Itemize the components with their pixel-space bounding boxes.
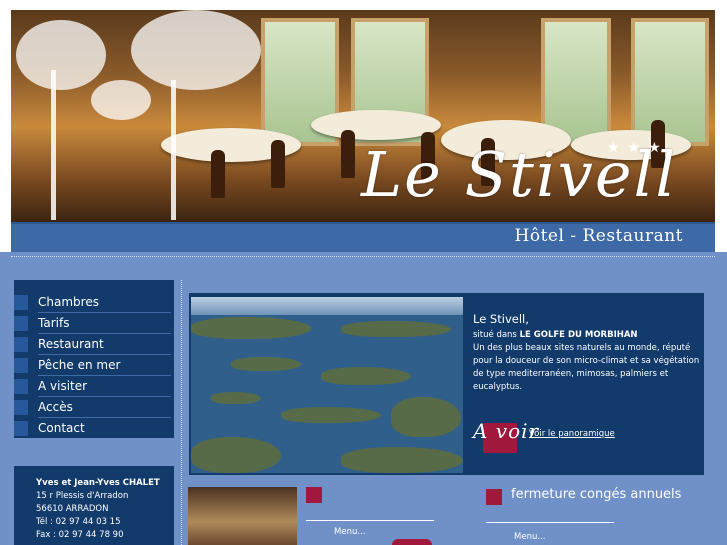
restaurant-thumbnail	[188, 487, 297, 545]
feature-intro: situé dans	[473, 330, 517, 340]
tree-decoration	[171, 80, 176, 220]
island	[281, 407, 381, 423]
phone-number: Tél : 02 97 44 03 15	[36, 517, 121, 527]
bullet-icon	[14, 379, 28, 394]
bullet-icon	[306, 487, 322, 503]
menu-item-peche-en-mer[interactable]: Pêche en mer	[14, 355, 174, 376]
menu-item-label: A visiter	[38, 379, 88, 393]
decorative-sticker	[392, 539, 432, 545]
menu-item-restaurant[interactable]: Restaurant	[14, 334, 174, 355]
contact-block: Yves et Jean-Yves CHALET 15 r Plessis d'…	[14, 466, 174, 545]
menu-item-label: Pêche en mer	[38, 358, 121, 372]
fax-number: Fax : 02 97 44 78 90	[36, 530, 124, 540]
divider	[11, 256, 715, 257]
tree-decoration	[91, 80, 151, 120]
feature-description: Un des plus beaux sites naturels au mond…	[473, 343, 700, 392]
owner-names: Yves et Jean-Yves CHALET	[36, 478, 160, 488]
bullet-icon	[14, 358, 28, 373]
menu-item-tarifs[interactable]: Tarifs	[14, 313, 174, 334]
feature-location: situé dans LE GOLFE DU MORBIHAN	[473, 329, 701, 342]
island	[191, 317, 311, 339]
menu-link[interactable]: Menu...	[334, 527, 365, 537]
rating-stars: ★★★	[607, 140, 669, 156]
chair	[271, 140, 285, 188]
island	[211, 392, 261, 404]
address-city: 56610 ARRADON	[36, 504, 109, 514]
menu-item-label: Chambres	[38, 295, 99, 309]
bullet-icon	[14, 400, 28, 415]
logo-subtitle: Hôtel - Restaurant	[514, 226, 683, 246]
main-menu: Chambres Tarifs Restaurant Pêche en mer …	[14, 280, 174, 438]
feature-title: Le Stivell,	[473, 313, 701, 326]
feature-title-suffix: ,	[525, 312, 529, 326]
island	[341, 447, 463, 473]
chair	[211, 150, 225, 198]
island	[191, 437, 281, 473]
closure-title: fermeture congés annuels	[511, 487, 682, 502]
menu-item-contact[interactable]: Contact	[14, 418, 174, 439]
address-street: 15 r Plessis d'Arradon	[36, 491, 129, 501]
divider	[486, 522, 614, 523]
divider	[306, 520, 434, 521]
bullet-icon	[486, 489, 502, 505]
header-banner: Le Stivell ★★★	[11, 10, 715, 222]
panorama-link[interactable]: Voir le panoramique	[529, 429, 615, 439]
window	[631, 18, 709, 146]
bullet-icon	[14, 337, 28, 352]
tree-decoration	[16, 20, 106, 90]
island	[341, 321, 451, 337]
island	[231, 357, 301, 371]
menu-link[interactable]: Menu...	[514, 532, 545, 542]
divider	[181, 280, 182, 545]
menu-item-label: Tarifs	[38, 316, 70, 330]
chair	[341, 130, 355, 178]
menu-item-acces[interactable]: Accès	[14, 397, 174, 418]
page: Le Stivell ★★★ Hôtel - Restaurant Chambr…	[0, 0, 727, 545]
menu-item-label: Accès	[38, 400, 73, 414]
feature-place: LE GOLFE DU MORBIHAN	[519, 330, 638, 340]
island	[321, 367, 411, 385]
tree-decoration	[131, 10, 261, 90]
feature-panel: Le Stivell, situé dans LE GOLFE DU MORBI…	[189, 293, 704, 475]
sky	[191, 297, 463, 315]
bullet-icon	[14, 421, 28, 436]
menu-item-chambres[interactable]: Chambres	[14, 292, 174, 313]
menu-item-a-visiter[interactable]: A visiter	[14, 376, 174, 397]
aerial-photo	[191, 297, 463, 473]
bullet-icon	[14, 295, 28, 310]
feature-text: Le Stivell, situé dans LE GOLFE DU MORBI…	[473, 313, 701, 394]
island	[391, 397, 461, 437]
feature-title-name: Le Stivell	[473, 312, 526, 326]
menu-item-label: Restaurant	[38, 337, 104, 351]
tree-decoration	[51, 70, 56, 220]
bullet-icon	[14, 316, 28, 331]
menu-item-label: Contact	[38, 421, 85, 435]
